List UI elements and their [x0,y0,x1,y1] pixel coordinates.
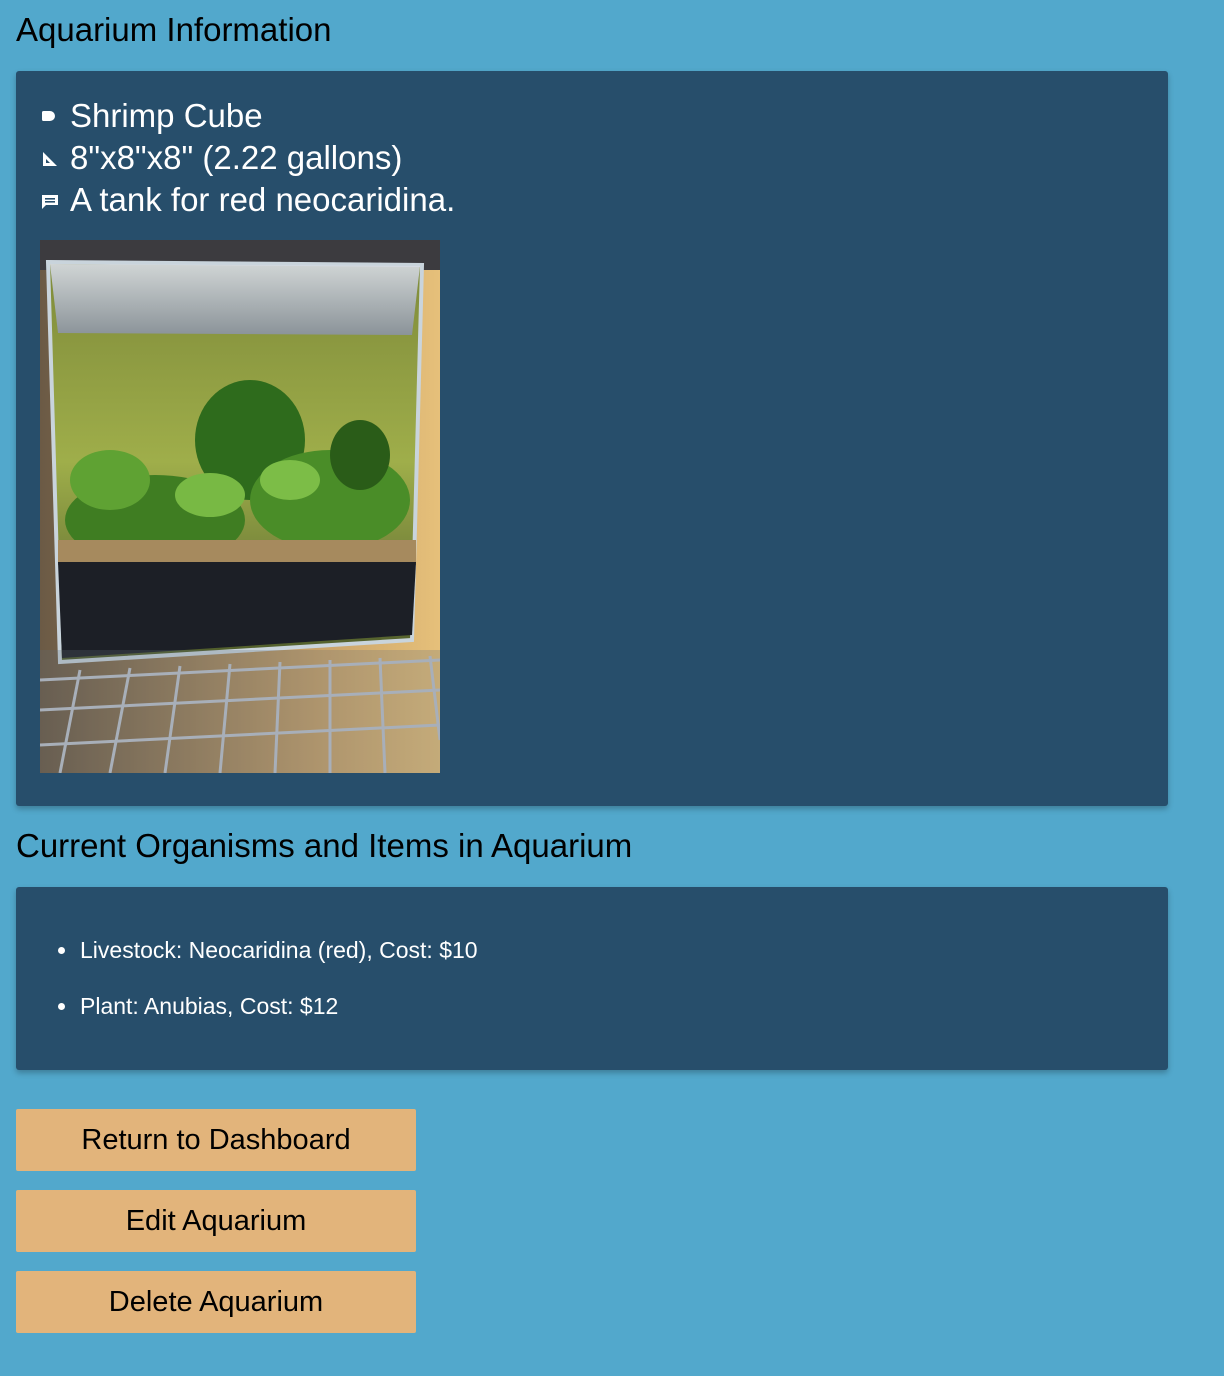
list-item-text: Livestock: Neocaridina (red), Cost: $10 [80,937,478,963]
aquarium-dimensions-row: 8"x8"x8" (2.22 gallons) [40,138,402,178]
comment-icon [40,189,62,211]
list-item: Livestock: Neocaridina (red), Cost: $10 [58,927,478,983]
bullet-icon [58,1003,65,1010]
aquarium-name-row: Shrimp Cube [40,96,263,136]
return-to-dashboard-button[interactable]: Return to Dashboard [16,1109,416,1171]
organisms-items-panel: Livestock: Neocaridina (red), Cost: $10 … [16,887,1168,1070]
aquarium-name: Shrimp Cube [70,97,263,134]
aquarium-description-row: A tank for red neocaridina. [40,180,455,220]
aquarium-description: A tank for red neocaridina. [70,181,456,218]
aquarium-info-panel: Shrimp Cube 8"x8"x8" (2.22 gallons) A ta… [16,71,1168,806]
label-icon [40,105,62,127]
edit-aquarium-button[interactable]: Edit Aquarium [16,1190,416,1252]
organisms-items-list: Livestock: Neocaridina (red), Cost: $10 … [58,927,478,1039]
list-item-text: Plant: Anubias, Cost: $12 [80,993,339,1019]
aquarium-info-title: Aquarium Information [16,11,332,48]
aquarium-dimensions: 8"x8"x8" (2.22 gallons) [70,139,403,176]
ruler-icon [40,147,62,169]
organisms-items-title: Current Organisms and Items in Aquarium [16,827,633,864]
aquarium-photo [40,240,440,773]
list-item: Plant: Anubias, Cost: $12 [58,983,478,1039]
bullet-icon [58,947,65,954]
delete-aquarium-button[interactable]: Delete Aquarium [16,1271,416,1333]
